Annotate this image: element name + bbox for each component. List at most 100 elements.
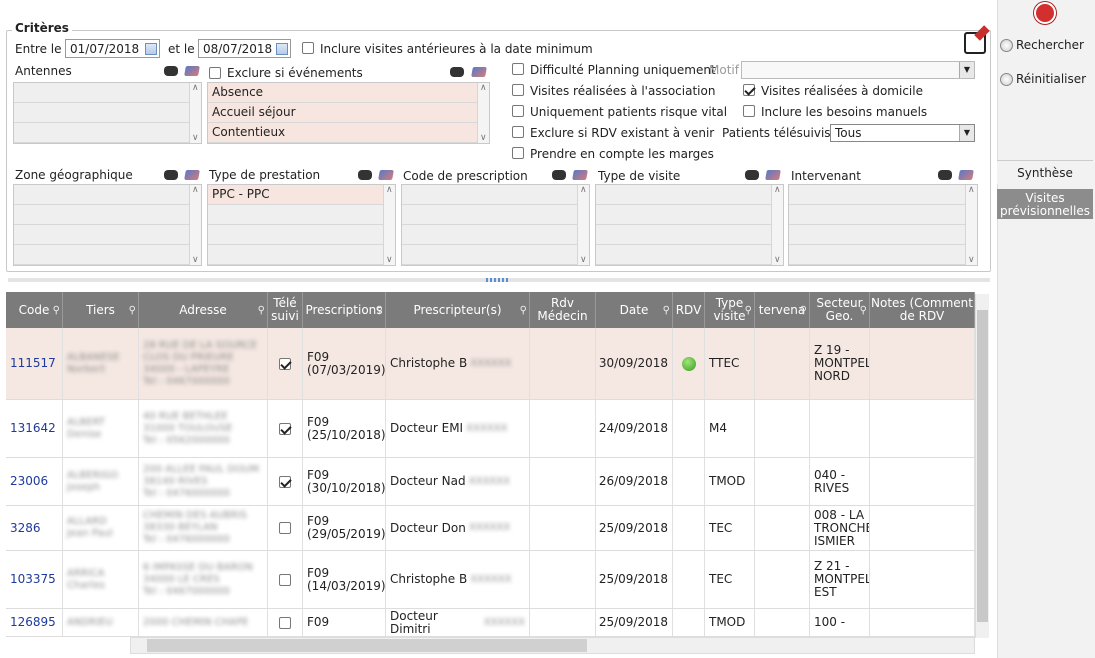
list-item[interactable]: Absence <box>208 83 489 103</box>
tab-synthese[interactable]: Synthèse <box>997 160 1093 184</box>
binoculars-icon[interactable] <box>552 170 566 180</box>
scrollbar[interactable] <box>189 83 201 143</box>
table-row[interactable]: 126895 ANDRIEU 2000 CHEMIN CHAPE F09 Doc… <box>6 609 975 637</box>
eraser-icon[interactable] <box>958 170 974 180</box>
scrollbar[interactable] <box>771 185 783 265</box>
table-row[interactable]: 131642 ALBERT Denise 40 RUE BETHLEE 3100… <box>6 400 975 458</box>
telesuivi-checkbox[interactable] <box>279 616 291 629</box>
reset-button[interactable]: Réinitialiser <box>1000 72 1086 86</box>
splitter-handle-icon[interactable] <box>486 278 510 282</box>
notes-cell <box>870 609 975 636</box>
col-prescripteurs[interactable]: Prescripteur(s) ⚲ <box>386 292 530 328</box>
col-rdv[interactable]: RDV <box>673 292 705 328</box>
eraser-icon[interactable] <box>184 170 200 180</box>
vital-risk-checkbox[interactable] <box>512 105 524 117</box>
intervenant-cell <box>755 609 810 636</box>
col-intervenant[interactable]: tervena ⚲ <box>755 292 810 328</box>
scrollbar[interactable] <box>965 185 977 265</box>
table-row[interactable]: 23006 ALBERIGO Joseph 200 ALLEE PAUL DOU… <box>6 458 975 506</box>
col-secteur[interactable]: Secteur Geo. ⚲ <box>810 292 870 328</box>
code-link[interactable]: 111517 <box>6 328 63 399</box>
telesuivi-checkbox[interactable] <box>279 475 291 488</box>
date-from-input[interactable]: 01/07/2018 <box>65 39 160 58</box>
telesuivi-checkbox[interactable] <box>279 422 291 435</box>
binoculars-icon[interactable] <box>745 170 759 180</box>
tab-visites-previsionnelles[interactable]: Visites prévisionnelles <box>997 189 1093 219</box>
telesuivi-select[interactable]: Tous ▼ <box>830 124 975 142</box>
antennes-list[interactable] <box>13 82 202 144</box>
binoculars-icon[interactable] <box>358 170 372 180</box>
binoculars-icon[interactable] <box>164 66 178 76</box>
scrollbar[interactable] <box>383 185 395 265</box>
col-prescriptions[interactable]: Prescriptions ⚲ <box>303 292 386 328</box>
scrollbar[interactable] <box>189 185 201 265</box>
chevron-down-icon[interactable]: ▼ <box>959 125 974 141</box>
table-row[interactable]: 103375 ARRICA Charles 6 IMPASSE DU BARON… <box>6 551 975 609</box>
binoculars-icon[interactable] <box>164 170 178 180</box>
motif-select[interactable]: ▼ <box>741 61 975 79</box>
binoculars-icon[interactable] <box>938 170 952 180</box>
scrollbar[interactable] <box>477 83 489 143</box>
vertical-scrollbar[interactable] <box>975 294 989 638</box>
stop-hand-icon[interactable] <box>1034 2 1056 24</box>
scrollbar[interactable] <box>577 185 589 265</box>
eraser-icon[interactable] <box>471 67 487 77</box>
code-link[interactable]: 131642 <box>6 400 63 457</box>
exclude-events-checkbox[interactable] <box>209 67 221 79</box>
calendar-icon[interactable] <box>145 43 157 55</box>
difficulty-checkbox[interactable] <box>512 63 524 75</box>
prestation-list[interactable]: PPC - PPC <box>207 184 396 266</box>
eraser-icon[interactable] <box>184 66 200 76</box>
prescriber-cell: Docteur EMI XXXXXX <box>386 400 530 457</box>
intervenant-list[interactable] <box>788 184 978 266</box>
list-item[interactable]: PPC - PPC <box>208 185 395 205</box>
table-row[interactable]: 111517 ALBANESE Norbert 28 RUE DE LA SOU… <box>6 328 975 400</box>
telesuivi-checkbox[interactable] <box>279 522 291 534</box>
horizontal-scrollbar[interactable] <box>130 637 975 654</box>
list-item[interactable]: Contentieux <box>208 123 489 143</box>
col-notes[interactable]: Notes (Comment de RDV <box>870 292 975 328</box>
table-row[interactable]: 3286 ALLARD Jean Paul CHEMIN DES AUBRIS … <box>6 506 975 551</box>
export-icon[interactable] <box>964 25 990 54</box>
telesuivi-checkbox[interactable] <box>279 573 291 586</box>
visit-type-list[interactable] <box>595 184 784 266</box>
prescription-code-list[interactable] <box>401 184 590 266</box>
code-link[interactable]: 103375 <box>6 551 63 608</box>
calendar-icon[interactable] <box>276 43 288 55</box>
scroll-thumb[interactable] <box>977 310 988 622</box>
rdv-cell <box>673 609 705 636</box>
code-link[interactable]: 23006 <box>6 458 63 505</box>
binoculars-icon[interactable] <box>450 67 464 77</box>
code-link[interactable]: 126895 <box>6 609 63 636</box>
visits-assoc-checkbox[interactable] <box>512 84 524 96</box>
col-telesuivi[interactable]: Télé suivi <box>268 292 303 328</box>
date-to-input[interactable]: 08/07/2018 <box>198 39 291 58</box>
code-link[interactable]: 3286 <box>6 506 63 550</box>
telesuivi-checkbox[interactable] <box>279 357 291 370</box>
visits-home-checkbox[interactable] <box>743 84 755 96</box>
difficulty-label: Difficulté Planning uniquement <box>530 63 716 77</box>
tiers-cell: ALBERT Denise <box>63 400 139 457</box>
events-list[interactable]: Absence Accueil séjour Contentieux <box>207 82 490 144</box>
chevron-down-icon[interactable]: ▼ <box>959 62 974 78</box>
eraser-icon[interactable] <box>378 170 394 180</box>
notes-cell <box>870 551 975 608</box>
include-prev-checkbox[interactable] <box>302 42 314 54</box>
eraser-icon[interactable] <box>572 170 588 180</box>
rdv-medecin-cell <box>530 551 596 608</box>
scroll-thumb[interactable] <box>147 639 587 652</box>
eraser-icon[interactable] <box>765 170 781 180</box>
col-code[interactable]: Code ⚲ <box>6 292 63 328</box>
search-button[interactable]: Rechercher <box>1000 38 1084 52</box>
margins-checkbox[interactable] <box>512 147 524 159</box>
manual-needs-checkbox[interactable] <box>743 105 755 117</box>
exclude-rdv-checkbox[interactable] <box>512 126 524 138</box>
col-tiers[interactable]: Tiers ⚲ <box>63 292 139 328</box>
prescription-cell: F09 (30/10/2018) <box>303 458 386 505</box>
col-type-visite[interactable]: Type visite ⚲ <box>705 292 755 328</box>
col-rdv-medecin[interactable]: Rdv Médecin <box>530 292 596 328</box>
col-adresse[interactable]: Adresse ⚲ <box>139 292 268 328</box>
list-item[interactable]: Accueil séjour <box>208 103 489 123</box>
zone-list[interactable] <box>13 184 202 266</box>
col-date[interactable]: Date ⚲ <box>596 292 673 328</box>
